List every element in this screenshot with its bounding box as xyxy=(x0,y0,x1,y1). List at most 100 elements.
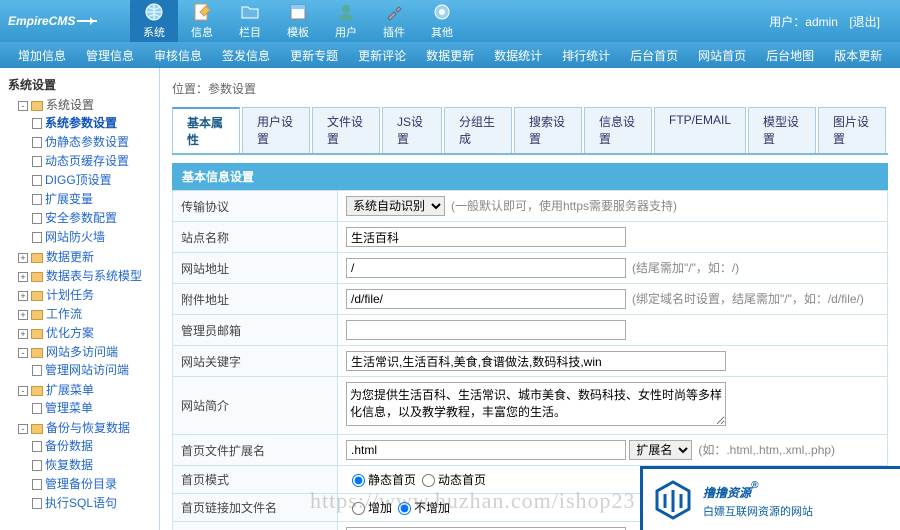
expand-icon[interactable]: + xyxy=(18,329,28,339)
sub-topic[interactable]: 更新专题 xyxy=(280,47,348,64)
folder-icon xyxy=(31,386,43,396)
user-icon xyxy=(336,2,356,22)
sub-add[interactable]: 增加信息 xyxy=(8,47,76,64)
sub-nav: 增加信息 管理信息 审核信息 签发信息 更新专题 更新评论 数据更新 数据统计 … xyxy=(0,42,900,68)
siteurl-input[interactable] xyxy=(346,258,626,278)
tree-optimize[interactable]: 优化方案 xyxy=(46,326,94,340)
folder-icon xyxy=(31,329,43,339)
tree-cache[interactable]: 动态页缓存设置 xyxy=(45,154,129,168)
lbl-fileurl: 附件地址 xyxy=(173,284,338,315)
tab-model[interactable]: 模型设置 xyxy=(748,107,816,153)
tree-rewrite[interactable]: 伪静态参数设置 xyxy=(45,135,129,149)
sidebar: 系统设置 -系统设置 系统参数设置 伪静态参数设置 动态页缓存设置 DIGG顶设… xyxy=(0,68,160,530)
tree-restore[interactable]: 恢复数据 xyxy=(45,458,93,472)
expand-icon[interactable]: + xyxy=(18,291,28,301)
sub-rank[interactable]: 排行统计 xyxy=(552,47,620,64)
expand-icon[interactable]: + xyxy=(18,253,28,263)
folder-icon xyxy=(31,101,43,111)
keywords-input[interactable] xyxy=(346,351,726,371)
tree-backupdir[interactable]: 管理备份目录 xyxy=(45,477,117,491)
sitename-input[interactable] xyxy=(346,227,626,247)
noadd-radio[interactable] xyxy=(398,502,411,515)
sub-manage[interactable]: 管理信息 xyxy=(76,47,144,64)
folder-icon xyxy=(31,348,43,358)
nav-info[interactable]: 信息 xyxy=(178,0,226,42)
sub-comment[interactable]: 更新评论 xyxy=(348,47,416,64)
layout-icon xyxy=(288,2,308,22)
ext-input[interactable] xyxy=(346,440,626,460)
tree-backup-do[interactable]: 备份数据 xyxy=(45,439,93,453)
dynamic-radio[interactable] xyxy=(422,474,435,487)
file-icon xyxy=(32,365,42,376)
nav-system[interactable]: 系统 xyxy=(130,0,178,42)
expand-icon[interactable]: - xyxy=(18,386,28,396)
expand-icon[interactable]: + xyxy=(18,310,28,320)
tree-model[interactable]: 数据表与系统模型 xyxy=(46,269,142,283)
lbl-protocol: 传输协议 xyxy=(173,191,338,222)
tree-multi-manage[interactable]: 管理网站访问端 xyxy=(45,363,129,377)
brand-name: 撸撸资源® xyxy=(703,480,813,503)
fileurl-input[interactable] xyxy=(346,289,626,309)
sub-adminhome[interactable]: 后台首页 xyxy=(620,47,688,64)
user-area: 用户：admin [退出] xyxy=(769,13,900,30)
sub-data[interactable]: 数据更新 xyxy=(416,47,484,64)
sub-audit[interactable]: 审核信息 xyxy=(144,47,212,64)
lbl-siteurl: 网站地址 xyxy=(173,253,338,284)
tab-file[interactable]: 文件设置 xyxy=(312,107,380,153)
sub-ver[interactable]: 版本更新 xyxy=(824,47,892,64)
sub-map[interactable]: 后台地图 xyxy=(756,47,824,64)
sub-sign[interactable]: 签发信息 xyxy=(212,47,280,64)
tree-dataupdate[interactable]: 数据更新 xyxy=(46,250,94,264)
ext-select[interactable]: 扩展名 xyxy=(629,440,692,460)
nav-column[interactable]: 栏目 xyxy=(226,0,274,42)
tree-sql[interactable]: 执行SQL语句 xyxy=(45,496,117,510)
nav-user[interactable]: 用户 xyxy=(322,0,370,42)
sub-sitehome[interactable]: 网站首页 xyxy=(688,47,756,64)
add-radio[interactable] xyxy=(352,502,365,515)
tree-menu-manage[interactable]: 管理菜单 xyxy=(45,401,93,415)
tab-search[interactable]: 搜索设置 xyxy=(514,107,582,153)
file-icon xyxy=(32,498,42,509)
tree-multi[interactable]: 网站多访问端 xyxy=(46,345,118,359)
expand-icon[interactable]: + xyxy=(18,272,28,282)
expand-icon[interactable]: - xyxy=(18,348,28,358)
logout-link[interactable]: [退出] xyxy=(849,15,880,29)
desc-textarea[interactable]: 为您提供生活百科、生活常识、城市美食、数码科技、女性时尚等多样化信息，以及教学教… xyxy=(346,382,726,426)
expand-icon[interactable]: - xyxy=(18,101,28,111)
nav-other[interactable]: 其他 xyxy=(418,0,466,42)
tab-image[interactable]: 图片设置 xyxy=(818,107,886,153)
tree-digg[interactable]: DIGG顶设置 xyxy=(45,173,112,187)
tree-cron[interactable]: 计划任务 xyxy=(46,288,94,302)
tree-workflow[interactable]: 工作流 xyxy=(46,307,82,321)
tree-sysparam[interactable]: 系统参数设置 xyxy=(45,116,117,130)
file-icon xyxy=(32,441,42,452)
expand-icon[interactable]: - xyxy=(18,424,28,434)
sub-stat[interactable]: 数据统计 xyxy=(484,47,552,64)
logo: EmpireCMS xyxy=(0,14,130,28)
static-radio[interactable] xyxy=(352,474,365,487)
tree-menu[interactable]: 扩展菜单 xyxy=(46,383,94,397)
tree-firewall[interactable]: 网站防火墙 xyxy=(45,230,105,244)
tabs: 基本属性 用户设置 文件设置 JS设置 分组生成 搜索设置 信息设置 FTP/E… xyxy=(172,107,888,155)
user-name: admin xyxy=(805,15,838,29)
folder-icon xyxy=(31,253,43,263)
tree-security[interactable]: 安全参数配置 xyxy=(45,211,117,225)
file-icon xyxy=(32,118,42,129)
file-icon xyxy=(32,479,42,490)
nav-template[interactable]: 模板 xyxy=(274,0,322,42)
tree-var[interactable]: 扩展变量 xyxy=(45,192,93,206)
tab-basic[interactable]: 基本属性 xyxy=(172,107,240,153)
tab-ftp[interactable]: FTP/EMAIL xyxy=(654,107,746,153)
tab-js[interactable]: JS设置 xyxy=(382,107,442,153)
email-input[interactable] xyxy=(346,320,626,340)
tree-title: 系统设置 xyxy=(4,74,155,95)
folder-icon xyxy=(240,2,260,22)
tab-group[interactable]: 分组生成 xyxy=(444,107,512,153)
nav-plugin[interactable]: 插件 xyxy=(370,0,418,42)
protocol-select[interactable]: 系统自动识别 xyxy=(346,196,445,216)
file-icon xyxy=(32,460,42,471)
tree-backup[interactable]: 备份与恢复数据 xyxy=(46,421,130,435)
lbl-desc: 网站简介 xyxy=(173,377,338,435)
tab-infoset[interactable]: 信息设置 xyxy=(584,107,652,153)
tab-user[interactable]: 用户设置 xyxy=(242,107,310,153)
